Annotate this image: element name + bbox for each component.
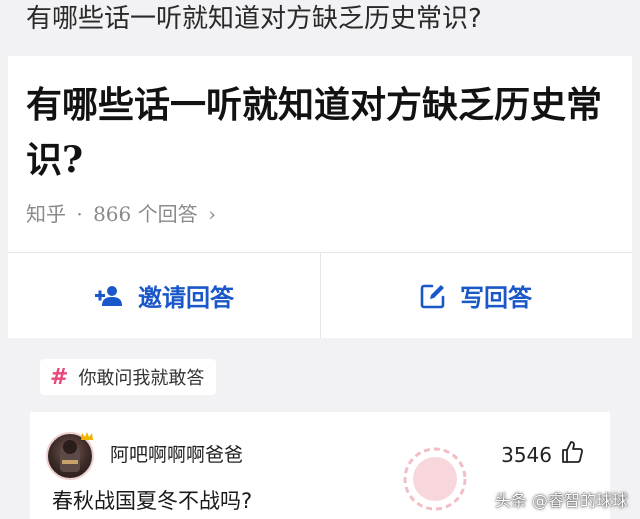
page-title: 有哪些话一听就知道对方缺乏历史常识? — [26, 4, 482, 34]
question-meta: 知乎 · 866 个回答 › — [26, 200, 220, 228]
write-answer-label: 写回答 — [460, 283, 532, 312]
source-label: 知乎 — [26, 202, 66, 226]
vote-button[interactable]: 3546 — [501, 440, 584, 469]
write-answer-button[interactable]: 写回答 — [320, 253, 632, 338]
vote-count: 3546 — [501, 442, 552, 467]
answer-count-link[interactable]: 866 个回答 — [93, 202, 198, 226]
question-title[interactable]: 有哪些话一听就知道对方缺乏历史常识? — [26, 78, 616, 188]
invite-answer-button[interactable]: 邀请回答 — [8, 253, 320, 338]
topic-label: 你敢问我就敢答 — [78, 368, 205, 389]
thumbs-up-icon — [560, 440, 584, 469]
crown-icon — [80, 426, 94, 440]
topic-tag[interactable]: # 你敢问我就敢答 — [40, 359, 217, 395]
watermark: 头条 @睿智的球球 — [494, 491, 628, 510]
chevron-right-icon[interactable]: › — [208, 202, 216, 226]
add-person-icon — [94, 284, 124, 308]
question-card: 有哪些话一听就知道对方缺乏历史常识? 知乎 · 866 个回答 › 邀请回答 写… — [8, 56, 632, 338]
author-name[interactable]: 阿吧啊啊啊爸爸 — [110, 442, 243, 468]
answer-excerpt[interactable]: 春秋战国夏冬不战吗? — [52, 486, 252, 516]
sticker-image — [402, 446, 468, 512]
invite-answer-label: 邀请回答 — [138, 283, 234, 312]
meta-dot: · — [76, 202, 83, 226]
edit-icon — [420, 283, 446, 309]
hash-icon: # — [50, 364, 69, 390]
